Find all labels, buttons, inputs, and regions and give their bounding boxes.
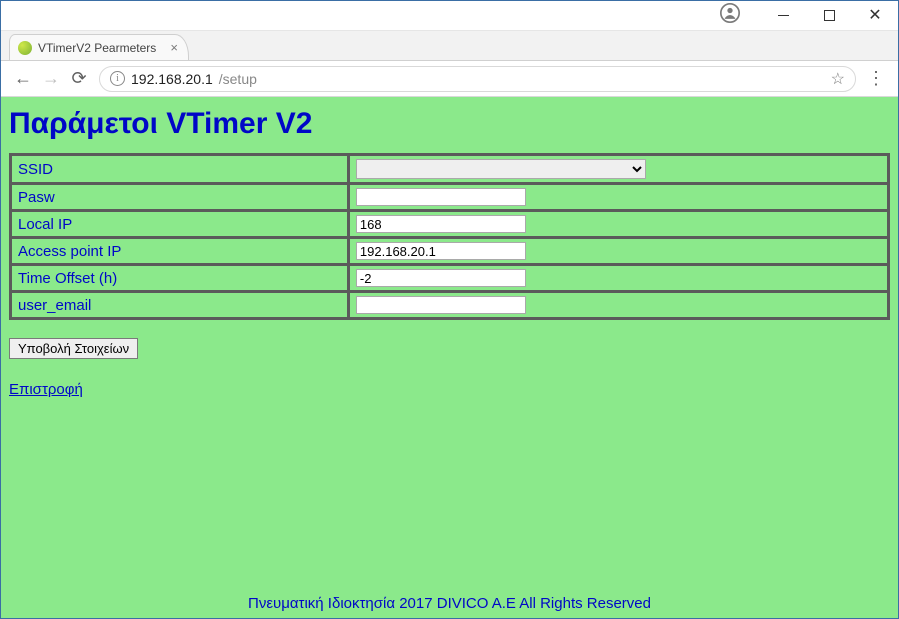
page-title: Παράμετοι VTimer V2 — [9, 107, 890, 141]
label-user-email: user_email — [11, 292, 348, 318]
back-link[interactable]: Επιστροφή — [9, 381, 83, 398]
os-titlebar: ✕ — [1, 1, 898, 31]
tab-strip: VTimerV2 Pearmeters × — [1, 31, 898, 61]
user-email-input[interactable] — [356, 296, 526, 314]
label-local-ip: Local IP — [11, 211, 348, 237]
window-maximize-button[interactable] — [806, 2, 852, 30]
maximize-icon — [824, 10, 835, 21]
browser-tab[interactable]: VTimerV2 Pearmeters × — [9, 34, 189, 60]
address-bar: ← → ⟳ i 192.168.20.1/setup ☆ ⋮ — [1, 61, 898, 97]
window-minimize-button[interactable] — [760, 2, 806, 30]
label-pasw: Pasw — [11, 184, 348, 210]
ap-ip-input[interactable] — [356, 242, 526, 260]
window-close-button[interactable]: ✕ — [852, 2, 898, 30]
site-info-icon[interactable]: i — [110, 71, 125, 86]
nav-forward-button[interactable]: → — [37, 65, 65, 93]
row-time-offset: Time Offset (h) — [11, 265, 888, 291]
time-offset-input[interactable] — [356, 269, 526, 287]
ssid-select[interactable] — [356, 159, 646, 179]
favicon-icon — [18, 41, 32, 55]
url-input[interactable]: i 192.168.20.1/setup ☆ — [99, 66, 856, 92]
url-host: 192.168.20.1 — [131, 71, 213, 87]
row-pasw: Pasw — [11, 184, 888, 210]
tab-close-button[interactable]: × — [170, 40, 178, 55]
row-user-email: user_email — [11, 292, 888, 318]
profile-icon[interactable] — [720, 3, 740, 28]
tab-title: VTimerV2 Pearmeters — [38, 41, 156, 55]
bookmark-star-icon[interactable]: ☆ — [831, 69, 845, 89]
row-local-ip: Local IP — [11, 211, 888, 237]
row-ap-ip: Access point IP — [11, 238, 888, 264]
label-time-offset: Time Offset (h) — [11, 265, 348, 291]
label-ssid: SSID — [11, 155, 348, 183]
parameters-table: SSID Pasw Local IP Access point IP Time … — [9, 153, 890, 320]
browser-window: ✕ VTimerV2 Pearmeters × ← → ⟳ i 192.168.… — [0, 0, 899, 619]
close-icon: ✕ — [868, 8, 881, 24]
minimize-icon — [778, 15, 789, 16]
browser-menu-button[interactable]: ⋮ — [862, 68, 890, 89]
pasw-input[interactable] — [356, 188, 526, 206]
footer-text: Πνευματική Ιδιοκτησία 2017 DIVICO A.E Al… — [9, 595, 890, 614]
url-path: /setup — [219, 71, 257, 87]
submit-button[interactable]: Υποβολή Στοιχείων — [9, 338, 138, 359]
nav-back-button[interactable]: ← — [9, 65, 37, 93]
nav-reload-button[interactable]: ⟳ — [65, 65, 93, 93]
row-ssid: SSID — [11, 155, 888, 183]
label-ap-ip: Access point IP — [11, 238, 348, 264]
page-body: Παράμετοι VTimer V2 SSID Pasw Local IP A… — [1, 97, 898, 618]
local-ip-input[interactable] — [356, 215, 526, 233]
